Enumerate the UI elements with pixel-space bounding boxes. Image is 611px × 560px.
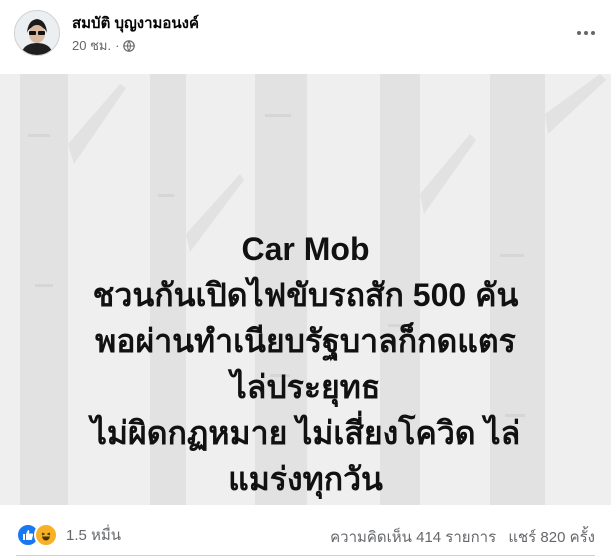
- more-options-icon[interactable]: [575, 22, 599, 38]
- haha-icon: [34, 523, 58, 547]
- shares-count-link[interactable]: แชร์ 820 ครั้ง: [508, 529, 595, 546]
- post-time[interactable]: 20 ชม.: [72, 35, 111, 56]
- reaction-count: 1.5 หมื่น: [66, 527, 122, 544]
- author-name[interactable]: สมบัติ บุญงามอนงค์: [72, 11, 199, 35]
- image-text-line: แมร่งทุกวัน: [228, 460, 383, 497]
- separator-dot: ·: [115, 38, 120, 53]
- comments-count-link[interactable]: ความคิดเห็น 414 รายการ: [330, 529, 496, 546]
- engagement-stats: ความคิดเห็น 414 รายการ แชร์ 820 ครั้ง: [330, 525, 595, 549]
- image-text-line: พอผ่านทำเนียบรัฐบาลก็กดแตร: [95, 322, 516, 359]
- post-meta: 20 ชม. ·: [72, 35, 136, 56]
- post-image-text: Car Mob ชวนกันเปิดไฟขับรถสัก 500 คัน พอผ…: [0, 148, 611, 505]
- post-header: สมบัติ บุญงามอนงค์ 20 ชม. ·: [0, 0, 611, 74]
- post-footer: 1.5 หมื่น ความคิดเห็น 414 รายการ แชร์ 82…: [0, 505, 611, 560]
- image-text-line: ชวนกันเปิดไฟขับรถสัก 500 คัน: [92, 276, 519, 313]
- globe-icon[interactable]: [123, 39, 136, 52]
- image-text-line: Car Mob: [241, 230, 370, 267]
- avatar[interactable]: [14, 10, 60, 56]
- post-image[interactable]: Car Mob ชวนกันเปิดไฟขับรถสัก 500 คัน พอผ…: [0, 74, 611, 505]
- avatar-image: [15, 11, 59, 55]
- image-text-line: ไม่ผิดกฏหมาย ไม่เสี่ยงโควิด ไล่: [90, 414, 521, 451]
- footer-divider: [16, 555, 595, 556]
- reactions-summary[interactable]: 1.5 หมื่น: [16, 523, 121, 547]
- image-text-line: ไล่ประยุทธ: [230, 368, 381, 405]
